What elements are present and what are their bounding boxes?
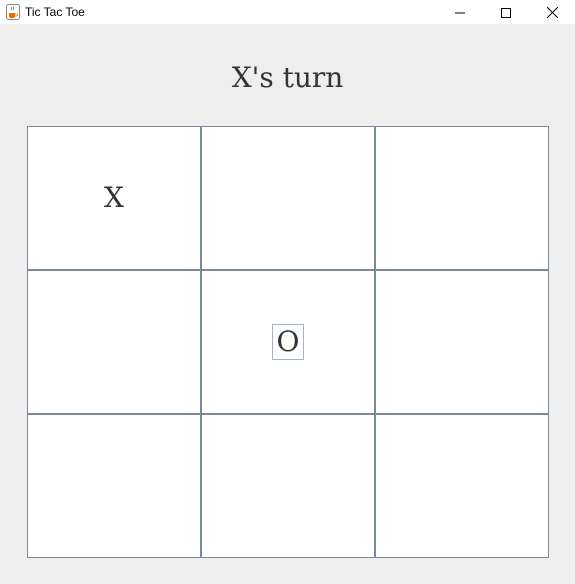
- maximize-button[interactable]: [483, 0, 529, 24]
- title-bar[interactable]: Tic Tac Toe: [0, 0, 575, 24]
- board-cell-5[interactable]: O: [201, 270, 375, 414]
- window-controls: [437, 0, 575, 24]
- turn-status: X's turn: [231, 61, 344, 94]
- java-cup-icon: [5, 4, 21, 20]
- close-button[interactable]: [529, 0, 575, 24]
- minimize-button[interactable]: [437, 0, 483, 24]
- cell-mark: X: [104, 181, 124, 214]
- board-cell-8[interactable]: [201, 414, 375, 558]
- board-cell-2[interactable]: [201, 126, 375, 270]
- board-cell-7[interactable]: [27, 414, 201, 558]
- app-window: Tic Tac Toe X's turn X O: [0, 0, 575, 584]
- board-cell-1[interactable]: X: [27, 126, 201, 270]
- window-title: Tic Tac Toe: [25, 5, 85, 19]
- game-board: X O: [27, 126, 549, 558]
- board-cell-6[interactable]: [375, 270, 549, 414]
- cell-mark: O: [271, 324, 305, 360]
- close-icon: [546, 3, 558, 22]
- board-cell-3[interactable]: [375, 126, 549, 270]
- maximize-icon: [501, 3, 511, 22]
- minimize-icon: [455, 3, 465, 22]
- board-cell-4[interactable]: [27, 270, 201, 414]
- board-cell-9[interactable]: [375, 414, 549, 558]
